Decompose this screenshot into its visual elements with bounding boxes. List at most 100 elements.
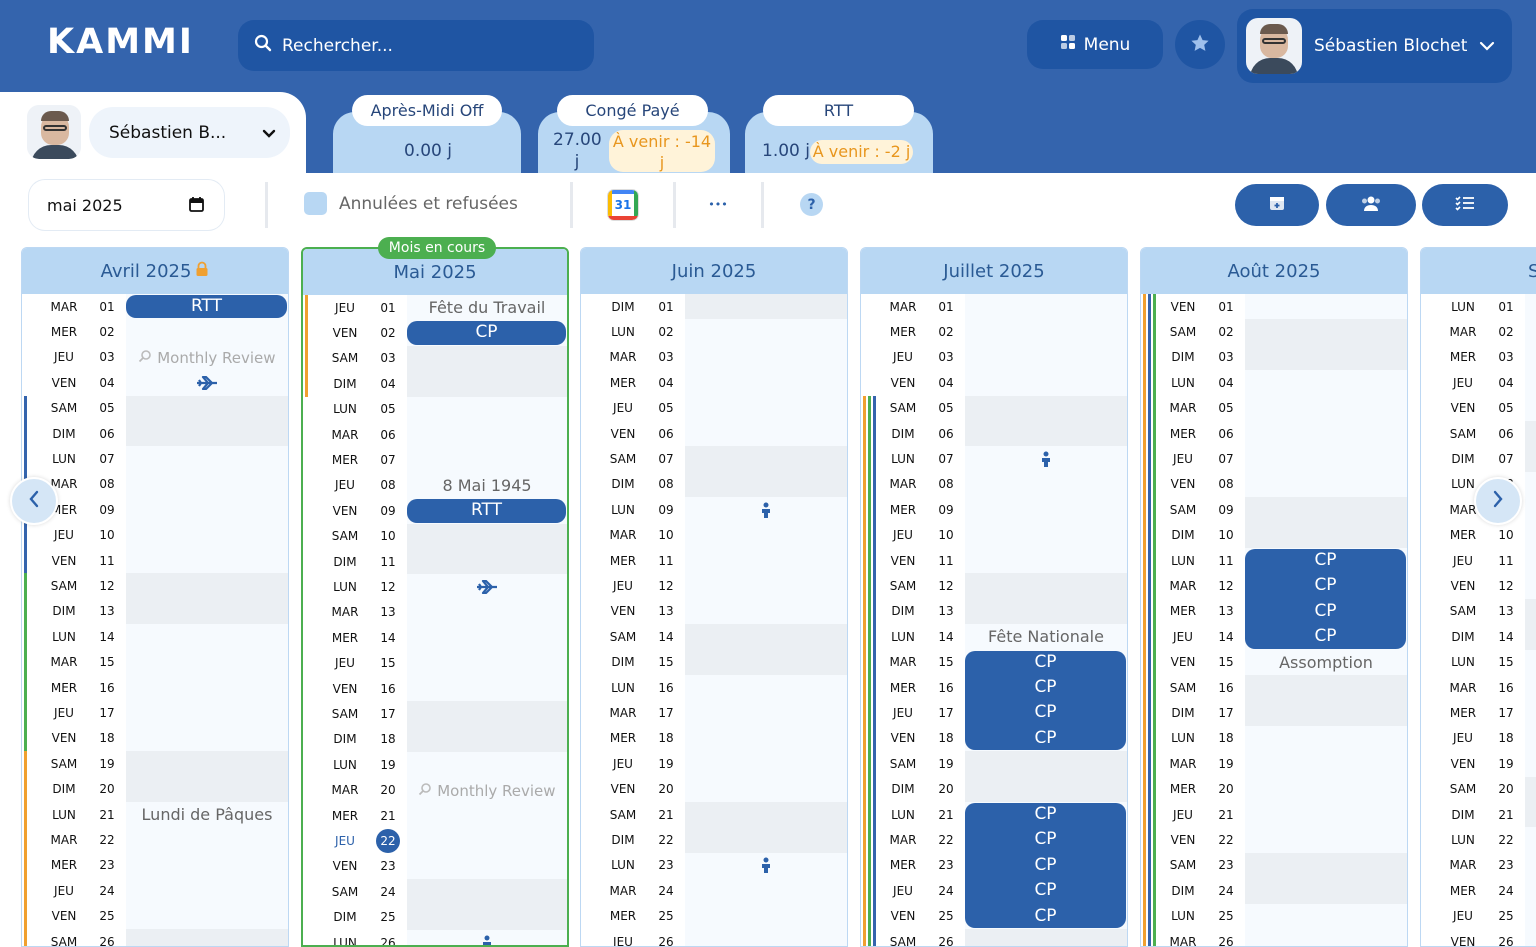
day-cell[interactable] <box>1525 852 1536 879</box>
day-row[interactable]: DIM 20 <box>22 776 288 802</box>
day-row[interactable]: DIM 13 <box>22 598 288 625</box>
day-cell[interactable] <box>685 649 847 675</box>
day-cell[interactable] <box>126 725 288 752</box>
day-row[interactable]: MAR 16 <box>1421 675 1536 701</box>
day-cell[interactable] <box>685 548 847 574</box>
add-leave-button[interactable] <box>1235 184 1319 226</box>
day-row[interactable]: SAM 10 <box>303 523 567 549</box>
day-row[interactable]: SAM 23 <box>1141 852 1407 879</box>
day-row[interactable]: JEU 05 <box>581 395 847 421</box>
day-cell[interactable] <box>1245 497 1407 523</box>
day-cell[interactable] <box>1525 903 1536 929</box>
cancelled-label[interactable]: Annulées et refusées <box>339 194 518 214</box>
day-cell[interactable] <box>407 650 567 676</box>
day-row[interactable]: JEU 22 <box>303 828 567 854</box>
day-row[interactable]: DIM 08 <box>581 471 847 498</box>
day-row[interactable]: DIM 06 <box>861 421 1127 447</box>
plane-icon[interactable] <box>407 574 567 599</box>
day-row[interactable]: VEN 22 <box>1141 827 1407 853</box>
day-cell[interactable] <box>1245 370 1407 396</box>
day-cell[interactable] <box>407 345 567 372</box>
day-row[interactable]: LUN 05 <box>303 396 567 422</box>
day-cell[interactable] <box>1245 522 1407 548</box>
day-row[interactable]: LUN 25 <box>1141 903 1407 929</box>
prev-month-button[interactable] <box>10 477 58 525</box>
logo[interactable]: KAMMI <box>47 22 194 62</box>
day-row[interactable]: JEU 03 <box>861 344 1127 371</box>
day-cell[interactable] <box>407 625 567 651</box>
day-row[interactable]: VEN 19 <box>1421 751 1536 777</box>
day-cell[interactable] <box>126 878 288 904</box>
day-row[interactable]: DIM 11 <box>303 549 567 575</box>
day-cell[interactable] <box>1245 802 1407 828</box>
day-cell[interactable] <box>965 344 1127 371</box>
day-row[interactable]: VEN 04 <box>861 370 1127 396</box>
day-row[interactable]: VEN 25 <box>22 903 288 929</box>
day-cell[interactable] <box>965 294 1127 320</box>
day-cell[interactable] <box>1245 725 1407 752</box>
day-cell[interactable] <box>1525 827 1536 853</box>
day-row[interactable]: DIM 14 <box>1421 624 1536 650</box>
day-cell[interactable] <box>126 675 288 701</box>
day-cell[interactable] <box>685 471 847 498</box>
day-row[interactable]: VEN 11 <box>861 548 1127 574</box>
day-cell[interactable] <box>965 471 1127 498</box>
day-cell[interactable] <box>685 344 847 371</box>
day-row[interactable]: MAR 08 <box>22 471 288 498</box>
day-cell[interactable] <box>126 497 288 523</box>
day-cell[interactable] <box>685 827 847 853</box>
day-cell[interactable] <box>407 422 567 448</box>
day-cell[interactable] <box>685 421 847 447</box>
month-title[interactable]: Juillet 2025 <box>861 248 1127 294</box>
day-cell[interactable] <box>1245 929 1407 946</box>
day-row[interactable]: SAM 20 <box>1421 776 1536 802</box>
month-title[interactable]: Septe <box>1421 248 1536 294</box>
day-cell[interactable] <box>1245 852 1407 879</box>
day-cell[interactable] <box>1525 700 1536 726</box>
day-cell[interactable] <box>126 929 288 946</box>
day-cell[interactable] <box>1525 421 1536 447</box>
day-cell[interactable] <box>126 852 288 879</box>
day-cell[interactable] <box>1525 649 1536 675</box>
day-row[interactable]: DIM 07 <box>1421 446 1536 472</box>
day-cell[interactable] <box>407 752 567 778</box>
day-row[interactable]: JEU 10 <box>861 522 1127 548</box>
day-row[interactable]: MER 24 <box>1421 878 1536 904</box>
day-cell[interactable] <box>407 396 567 422</box>
day-row[interactable]: SAM 12 <box>861 573 1127 599</box>
day-cell[interactable] <box>407 904 567 930</box>
day-cell[interactable] <box>1525 522 1536 548</box>
day-row[interactable]: MAR 23 <box>1421 852 1536 879</box>
day-cell[interactable] <box>685 700 847 726</box>
day-cell[interactable] <box>685 294 847 320</box>
day-row[interactable]: VEN 26 <box>1421 929 1536 946</box>
day-row[interactable]: LUN 15 <box>1421 649 1536 675</box>
day-row[interactable]: DIM 18 <box>303 726 567 753</box>
leave-event[interactable]: CP CP CP CP CP <box>965 803 1126 928</box>
day-cell[interactable] <box>965 370 1127 396</box>
day-cell[interactable] <box>685 598 847 625</box>
day-row[interactable]: MAR 01 <box>861 294 1127 320</box>
day-cell[interactable] <box>407 549 567 575</box>
day-row[interactable]: SAM 21 <box>581 802 847 828</box>
day-row[interactable]: SAM 05 <box>22 395 288 421</box>
day-cell[interactable] <box>1525 497 1536 523</box>
day-cell[interactable] <box>407 803 567 829</box>
cancelled-checkbox[interactable] <box>304 192 327 215</box>
day-cell[interactable] <box>1525 395 1536 421</box>
day-cell[interactable] <box>685 522 847 548</box>
day-cell[interactable] <box>685 802 847 828</box>
day-cell[interactable] <box>965 573 1127 599</box>
day-cell[interactable] <box>1525 446 1536 472</box>
person-icon[interactable] <box>407 930 567 945</box>
person-icon[interactable] <box>965 446 1127 471</box>
day-cell[interactable] <box>965 421 1127 447</box>
day-row[interactable]: MER 09 <box>22 497 288 523</box>
day-row[interactable]: DIM 20 <box>861 776 1127 802</box>
day-cell[interactable] <box>965 522 1127 548</box>
day-row[interactable]: VEN 06 <box>581 421 847 447</box>
day-cell[interactable] <box>407 726 567 753</box>
day-cell[interactable] <box>965 395 1127 421</box>
day-row[interactable]: SAM 06 <box>1421 421 1536 447</box>
day-cell[interactable] <box>1245 421 1407 447</box>
